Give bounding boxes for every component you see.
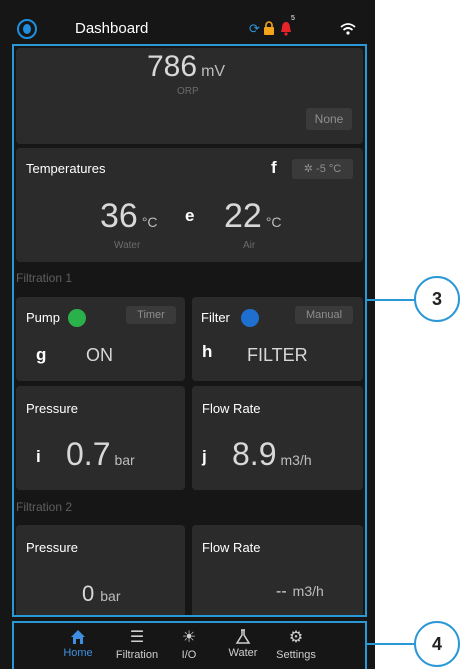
callout-4: 4	[414, 621, 460, 667]
sync-icon[interactable]: ⟳	[249, 22, 260, 36]
callout-4-leader	[367, 643, 415, 645]
filtration-icon: ☰	[129, 629, 145, 646]
callout-3: 3	[414, 276, 460, 322]
gear-icon: ⚙	[288, 629, 304, 646]
bottom-nav: Home ☰ Filtration ☀ I/O Water ⚙ Settings	[12, 621, 367, 669]
notification-badge: 5	[288, 14, 298, 24]
app-logo-icon	[17, 19, 37, 39]
page-title: Dashboard	[75, 20, 149, 37]
nav-filtration[interactable]: ☰ Filtration	[109, 629, 165, 661]
nav-home[interactable]: Home	[56, 629, 100, 659]
callout-3-leader	[367, 299, 415, 301]
nav-water[interactable]: Water	[224, 629, 262, 659]
nav-io[interactable]: ☀ I/O	[174, 629, 204, 661]
header-bar: Dashboard ⟳ 5	[0, 0, 375, 43]
bulb-icon: ☀	[181, 629, 197, 646]
wifi-icon	[340, 23, 356, 35]
home-icon	[71, 630, 85, 644]
flask-icon	[235, 629, 251, 644]
lock-icon[interactable]	[263, 21, 275, 36]
nav-settings[interactable]: ⚙ Settings	[271, 629, 321, 661]
content-highlight-frame	[12, 44, 367, 617]
